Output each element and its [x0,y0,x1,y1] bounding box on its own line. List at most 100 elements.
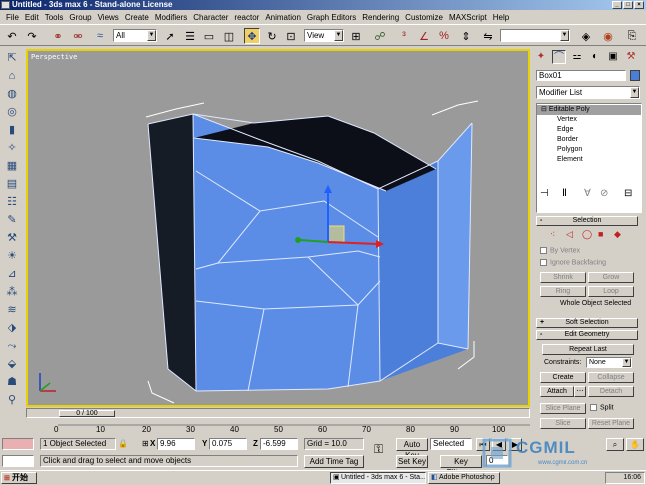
object-color-swatch[interactable] [630,70,640,81]
menu-tools[interactable]: Tools [42,13,67,22]
angle-snap-icon[interactable]: ∠ [416,28,432,44]
by-vertex-checkbox[interactable]: By Vertex [540,247,580,254]
grow-button[interactable]: Grow [588,272,634,283]
particle-icon[interactable]: ⁂ [4,284,20,300]
maxscript-input[interactable] [2,455,34,467]
soft-selection-rollout-header[interactable]: + Soft Selection [536,318,638,328]
taskbar-3dsmax[interactable]: ▣ Untitled - 3ds max 6 - Sta... [330,472,426,484]
object-name-field[interactable]: Box01 [536,70,626,81]
menu-maxscript[interactable]: MAXScript [446,13,490,22]
x-coordinate-field[interactable]: 9.96 [157,438,195,450]
minimize-button[interactable]: _ [612,1,622,9]
previous-frame-icon[interactable]: ◀ [492,438,506,451]
key-filters-button[interactable]: Key Filters... [440,455,482,477]
vertex-mode-icon[interactable]: ⁖ [550,229,555,240]
pivot-center-icon[interactable]: ⊞ [348,28,364,44]
stack-item-edge[interactable]: Edge [537,125,641,135]
time-slider[interactable]: 0 / 100 [59,410,115,417]
absolute-mode-icon[interactable]: ⊞ [142,439,149,448]
slice-button[interactable]: Slice [540,418,586,429]
element-mode-icon[interactable]: ◆ [614,229,621,240]
key-mode-dropdown[interactable]: Selected [430,438,472,450]
remove-modifier-icon[interactable]: ⊘ [600,188,608,199]
material-editor-icon[interactable]: ◉ [600,28,616,44]
cylinder-icon[interactable]: ▮ [4,122,20,138]
modifier-list-dropdown[interactable]: Modifier List ▼ [536,86,640,99]
stack-item-editable-poly[interactable]: ⊟ Editable Poly [537,105,641,115]
select-and-scale-icon[interactable]: ⊡ [283,28,299,44]
spinner-snap-icon[interactable]: ⇕ [458,28,474,44]
display-tab-icon[interactable]: ▣ [606,50,620,64]
menu-edit[interactable]: Edit [22,13,42,22]
stack-item-element[interactable]: Element [537,155,641,165]
undo-icon[interactable]: ↶ [4,28,20,44]
light-icon[interactable]: ☀ [4,248,20,264]
detach-button[interactable]: Detach [588,386,634,397]
box-icon[interactable]: ▦ [4,158,20,174]
select-and-manipulate-icon[interactable]: ☍ [372,28,388,44]
menu-character[interactable]: Character [190,13,231,22]
hierarchy-tab-icon[interactable]: ⚍ [570,50,584,64]
border-mode-icon[interactable]: ◯ [582,229,592,240]
pan-icon[interactable]: ✋ [626,438,644,451]
menu-file[interactable]: File [3,13,22,22]
edge-mode-icon[interactable]: ◁ [566,229,573,240]
selection-filter-dropdown[interactable]: All ▼ [113,29,157,42]
menu-rendering[interactable]: Rendering [359,13,402,22]
start-button[interactable]: ⊞ 开始 [1,472,37,484]
menu-help[interactable]: Help [490,13,512,22]
torus-icon[interactable]: ◎ [4,104,20,120]
selection-rollout-header[interactable]: - Selection [536,216,638,226]
select-by-name-icon[interactable]: ☰ [182,28,198,44]
polygon-mode-icon[interactable]: ■ [598,229,603,239]
pin-stack-icon[interactable]: ⊣ [540,188,549,199]
constraints-dropdown[interactable]: None ▼ [586,357,632,368]
repeat-last-button[interactable]: Repeat Last [542,344,634,355]
morph-icon[interactable]: ⬙ [4,356,20,372]
named-selection-dropdown[interactable]: ▼ [500,29,570,42]
spacewarp-icon[interactable]: ≋ [4,302,20,318]
show-end-result-icon[interactable]: Ⅱ [562,188,567,199]
menu-graph-editors[interactable]: Graph Editors [304,13,359,22]
select-and-move-icon[interactable]: ✥ [244,28,260,44]
gizmo-plane-handle[interactable] [327,225,345,243]
cursor-icon[interactable]: ⇱ [4,50,20,66]
make-unique-icon[interactable]: ∀ [584,188,591,199]
menu-modifiers[interactable]: Modifiers [152,13,190,22]
stack-icon[interactable]: ☷ [4,194,20,210]
menu-animation[interactable]: Animation [262,13,304,22]
current-frame-field[interactable]: 0 [486,455,508,467]
taskbar-photoshop[interactable]: ◧ Adobe Photoshop [428,472,500,484]
trackbar[interactable]: 0 10 20 30 40 50 60 70 80 90 100 [26,419,530,435]
configure-modifier-sets-icon[interactable]: ⊟ [624,188,632,199]
modifier-icon[interactable]: ⬗ [4,320,20,336]
z-coordinate-field[interactable]: -6.599 [260,438,298,450]
auto-key-button[interactable]: Auto Key [396,438,428,460]
motion-tab-icon[interactable]: ◐ [588,50,602,64]
mirror-icon[interactable]: ⇋ [480,28,496,44]
plane-icon[interactable]: ▤ [4,176,20,192]
play-icon[interactable]: ▶ [508,438,522,451]
redo-icon[interactable]: ↷ [24,28,40,44]
stack-item-border[interactable]: Border [537,135,641,145]
wrench-icon[interactable]: ⚒ [4,230,20,246]
hierarchy-icon[interactable]: ⚲ [4,392,20,408]
lock-icon[interactable]: 🔒 [118,439,128,448]
bend-icon[interactable]: ⤳ [4,338,20,354]
select-object-icon[interactable]: ➚ [162,28,178,44]
close-button[interactable]: × [634,1,644,9]
ring-button[interactable]: Ring [540,286,586,297]
split-checkbox[interactable]: Split [590,404,614,411]
bind-space-warp-icon[interactable]: ≈ [92,28,108,44]
edit-geometry-rollout-header[interactable]: - Edit Geometry [536,330,638,340]
collapse-button[interactable]: Collapse [588,372,634,383]
menu-reactor[interactable]: reactor [231,13,262,22]
time-slider-track[interactable]: 0 / 100 [26,408,530,418]
reset-plane-button[interactable]: Reset Plane [588,418,634,429]
render-scene-icon[interactable]: ⎘ [624,28,640,44]
loop-button[interactable]: Loop [588,286,634,297]
maximize-button[interactable]: □ [623,1,633,9]
camera-icon[interactable]: ⊿ [4,266,20,282]
slice-plane-button[interactable]: Slice Plane [540,403,586,414]
rectangular-selection-icon[interactable]: ▭ [201,28,217,44]
